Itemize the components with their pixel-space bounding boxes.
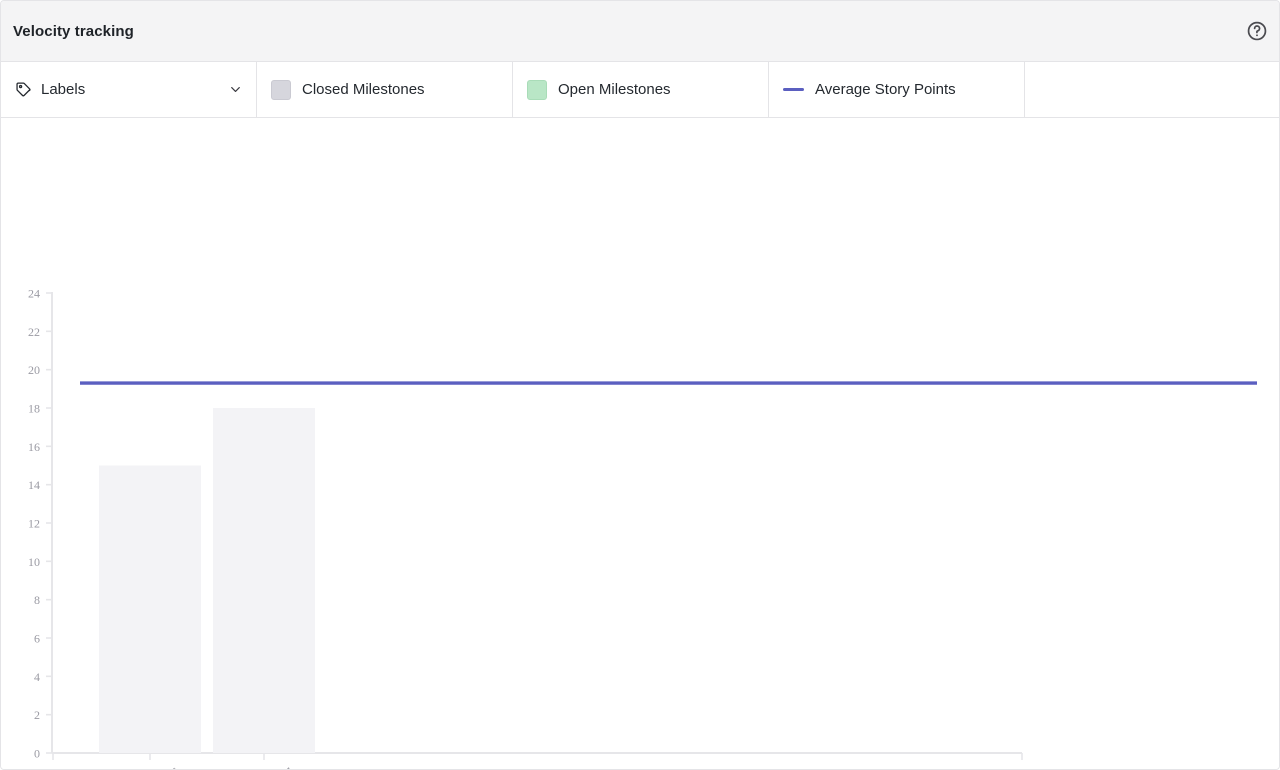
y-tick-label: 2	[34, 708, 40, 722]
legend-label: Closed Milestones	[302, 81, 425, 98]
chart-toolbar: Labels Closed Milestones Open Milestones…	[1, 62, 1279, 118]
legend-label: Average Story Points	[815, 81, 956, 98]
bar[interactable]	[213, 408, 315, 753]
x-tick-label: Sprint 7	[257, 764, 297, 770]
tag-icon	[15, 81, 32, 98]
help-circle-icon[interactable]	[1246, 20, 1268, 42]
y-tick-label: 4	[34, 670, 40, 684]
legend-label: Open Milestones	[558, 81, 671, 98]
y-tick-label: 22	[28, 325, 40, 339]
line-swatch-icon	[783, 88, 804, 91]
y-tick-label: 6	[34, 632, 40, 646]
y-tick-label: 18	[28, 402, 40, 416]
chart-canvas: 024681012141618202224Sprint 6Sprint 7	[28, 287, 1257, 770]
square-swatch-icon	[527, 79, 547, 100]
velocity-tracking-card: Velocity tracking Labels Closed Mileston…	[0, 0, 1280, 770]
chevron-down-icon	[229, 83, 242, 96]
y-tick-label: 14	[28, 478, 40, 492]
y-tick-label: 24	[28, 287, 40, 301]
labels-dropdown-label: Labels	[41, 81, 86, 98]
legend-item-open-milestones[interactable]: Open Milestones	[513, 62, 769, 117]
y-tick-label: 10	[28, 555, 40, 569]
legend-item-average-story-points[interactable]: Average Story Points	[769, 62, 1025, 117]
y-tick-label: 12	[28, 517, 40, 531]
x-tick-label: Sprint 6	[143, 764, 183, 770]
y-tick-label: 8	[34, 593, 40, 607]
legend-item-closed-milestones[interactable]: Closed Milestones	[257, 62, 513, 117]
y-tick-label: 0	[34, 747, 40, 761]
velocity-bar-chart: 024681012141618202224Sprint 6Sprint 7	[1, 118, 1279, 770]
card-header: Velocity tracking	[1, 1, 1279, 62]
labels-dropdown[interactable]: Labels	[1, 62, 257, 117]
y-tick-label: 16	[28, 440, 40, 454]
y-tick-label: 20	[28, 363, 40, 377]
bar[interactable]	[99, 465, 201, 754]
square-swatch-icon	[271, 79, 291, 100]
page-title: Velocity tracking	[13, 22, 134, 40]
